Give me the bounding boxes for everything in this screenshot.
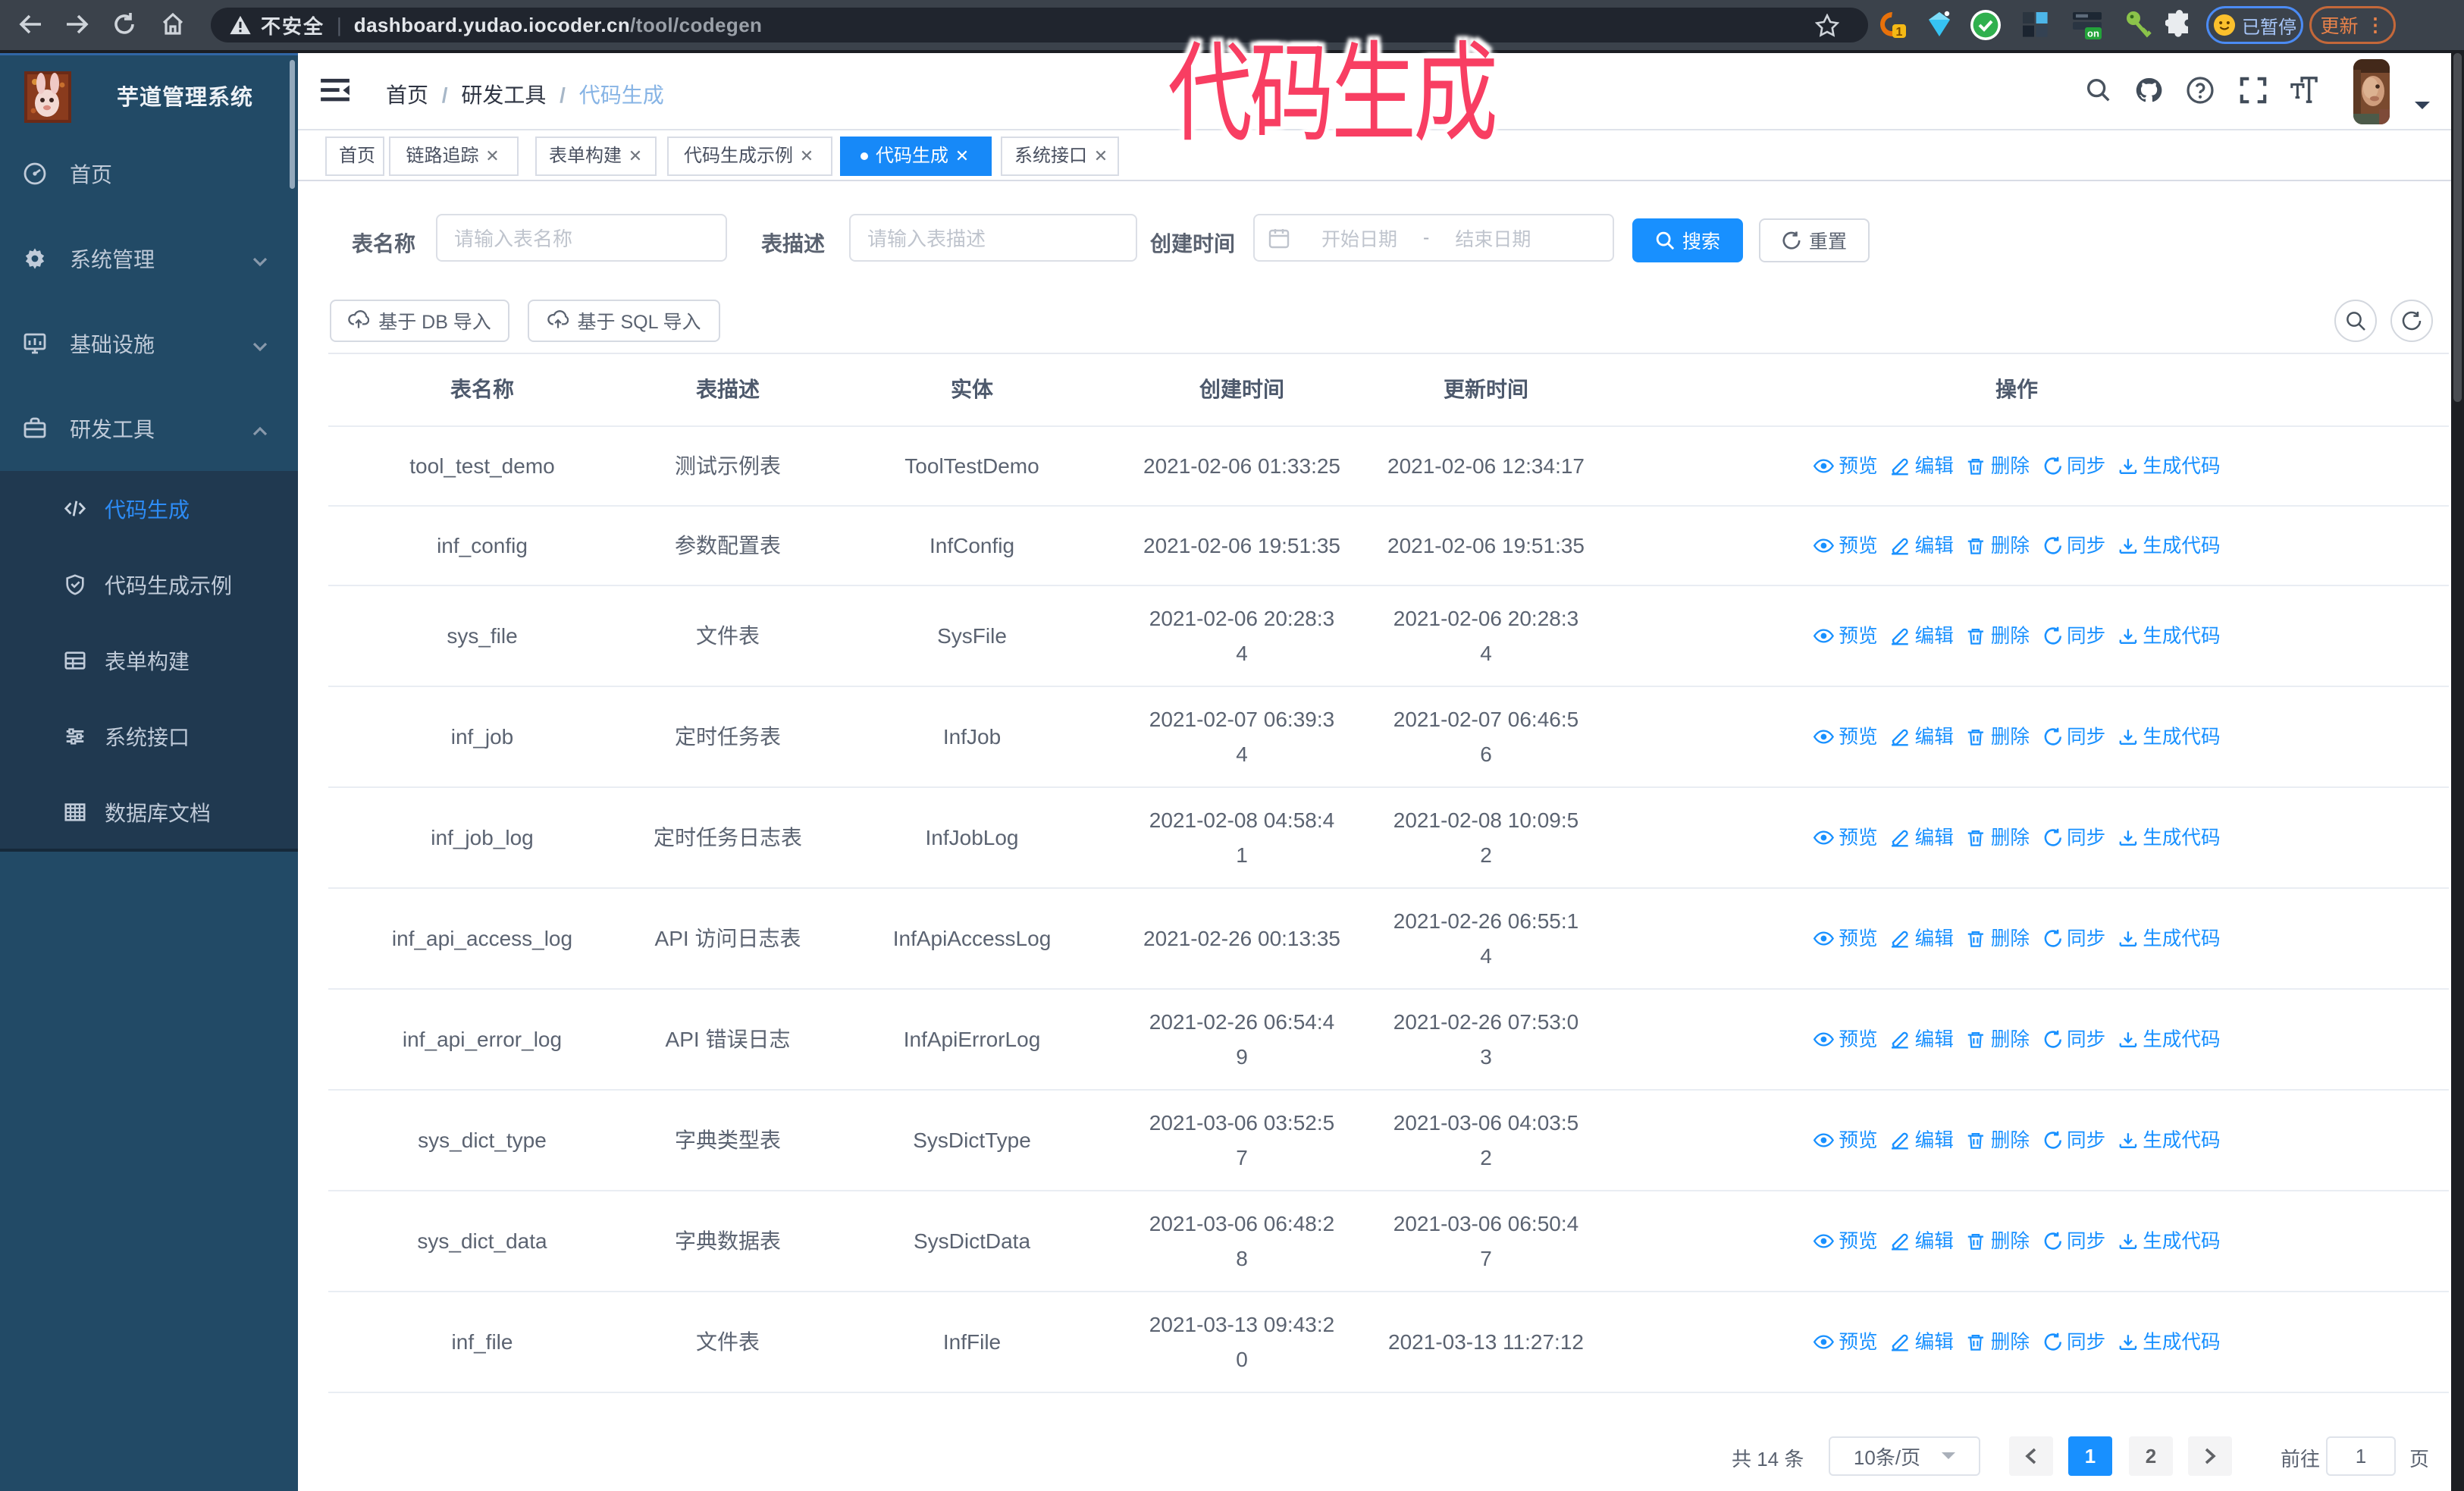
svg-text:1: 1 — [1896, 26, 1903, 39]
svg-text:on: on — [2087, 28, 2099, 39]
